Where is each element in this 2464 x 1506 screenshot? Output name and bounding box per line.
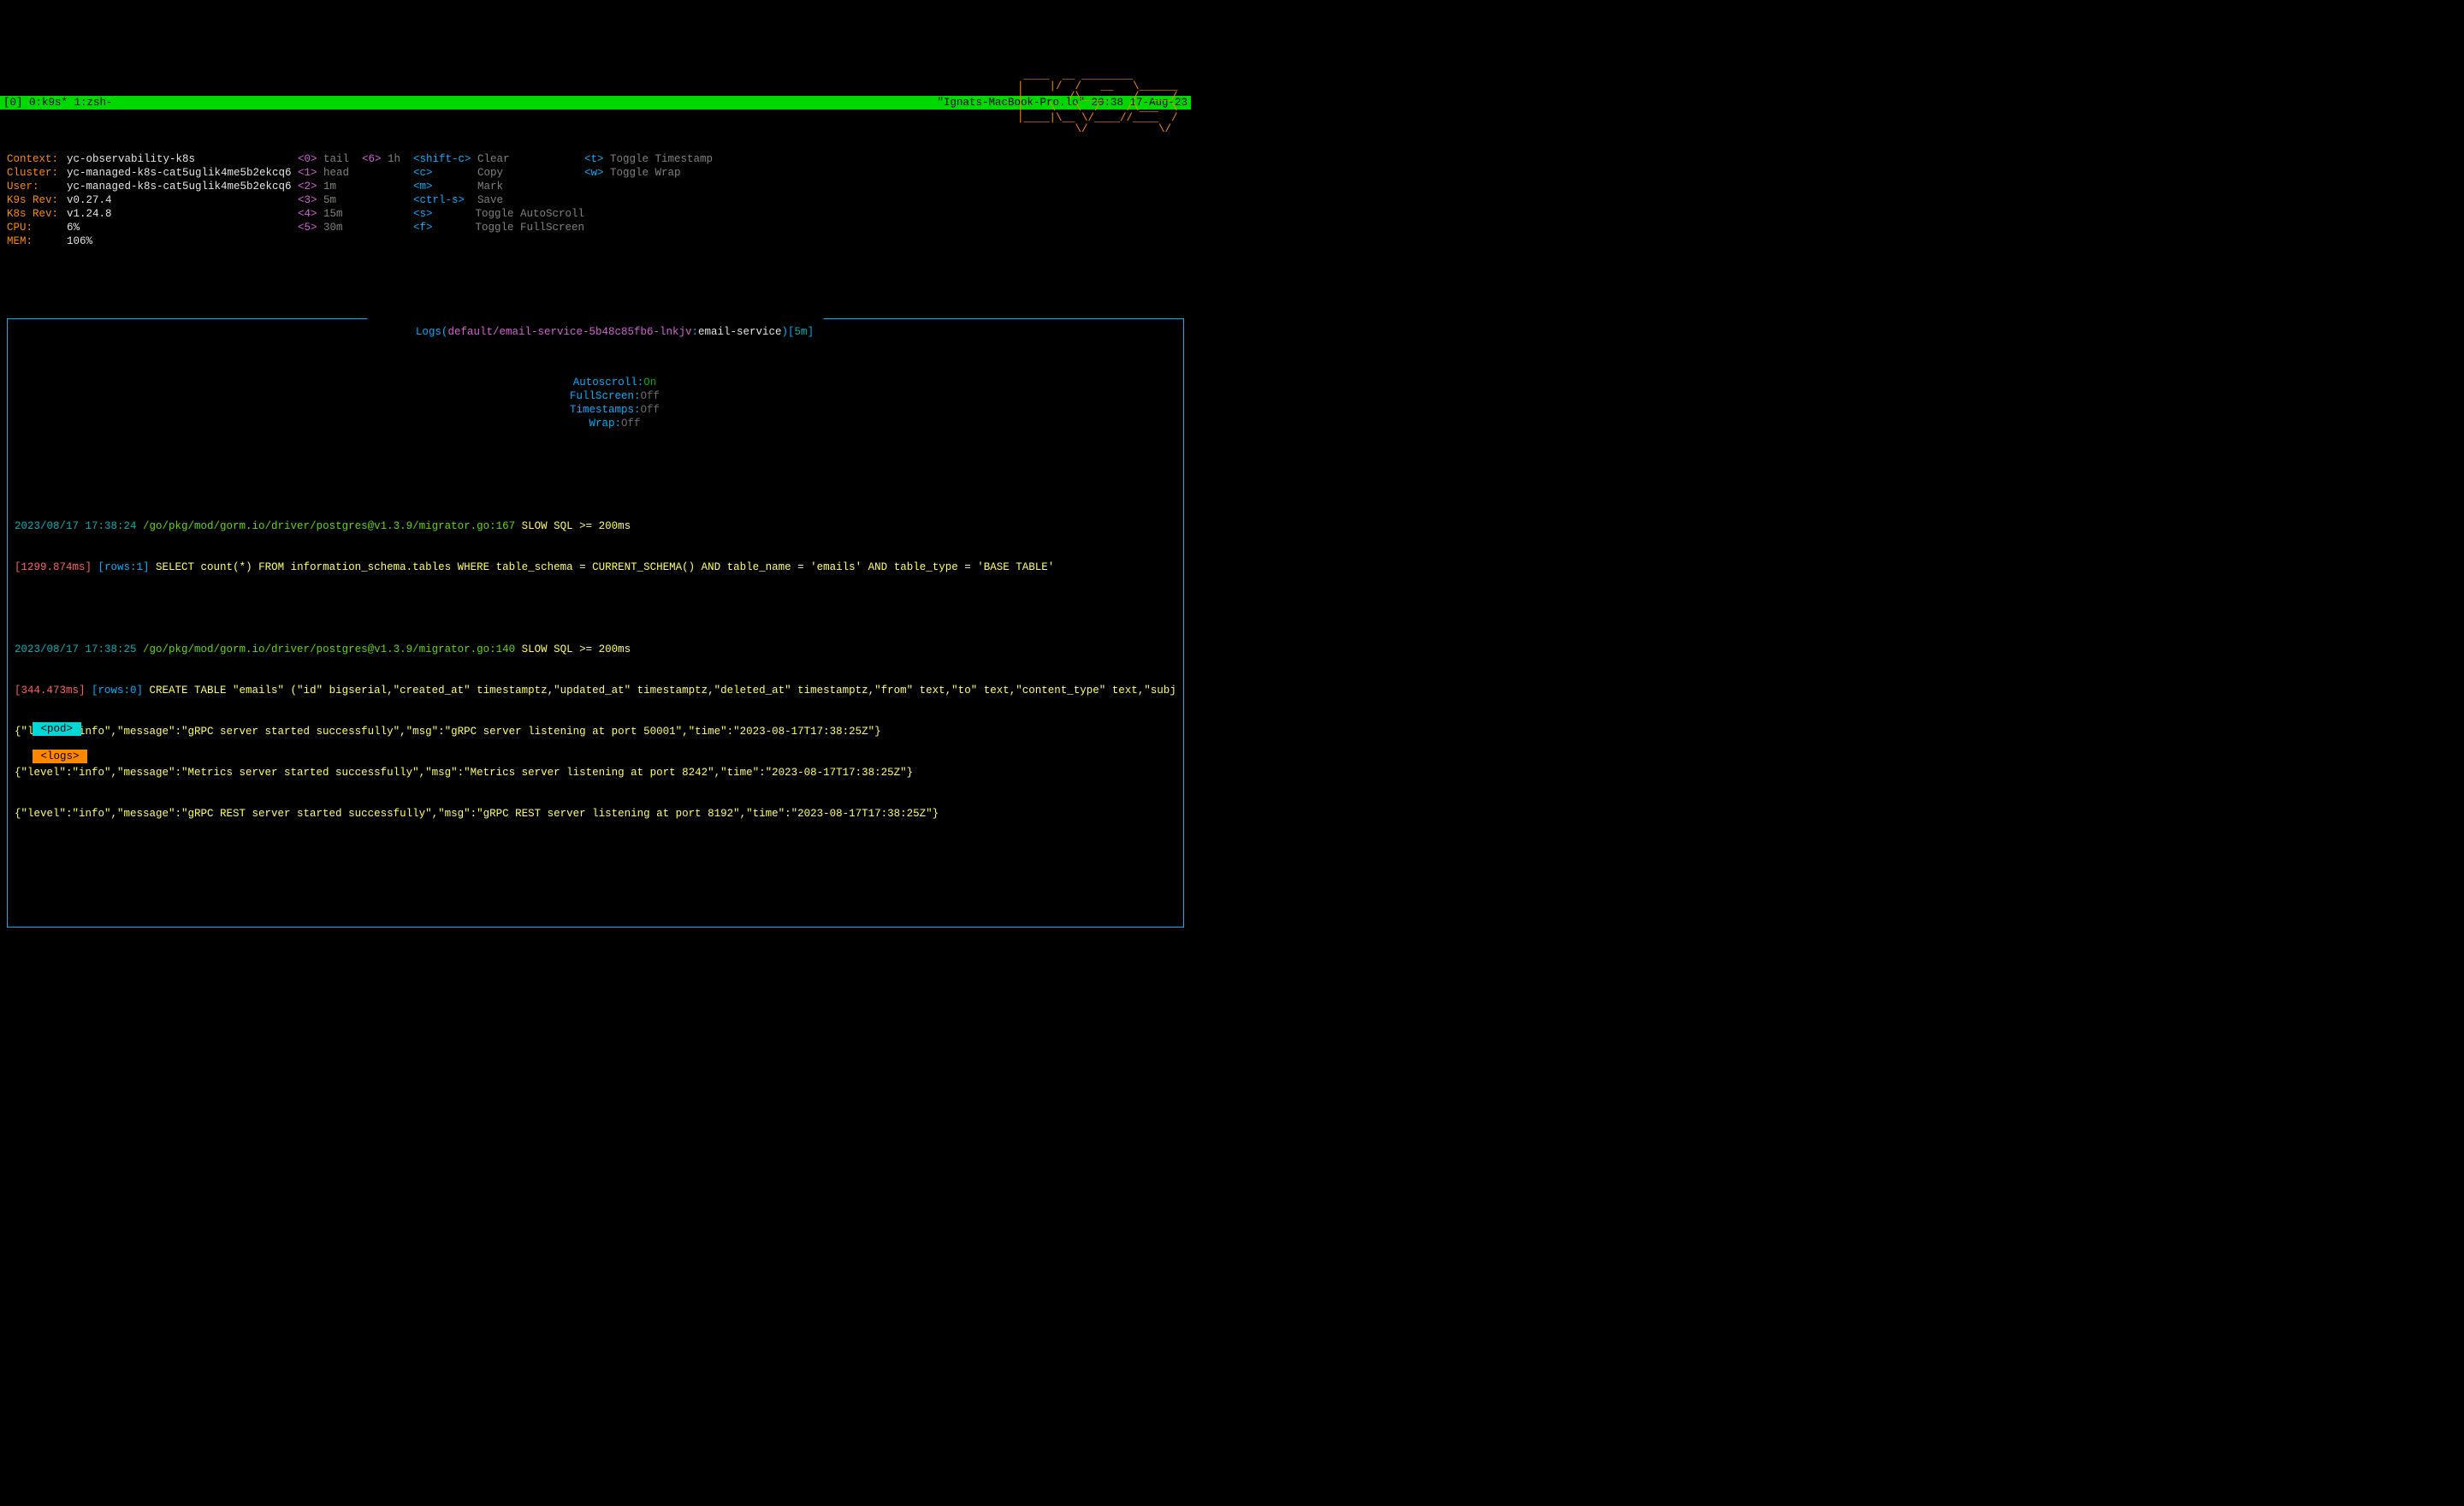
log-line: {"level":"info","message":"gRPC server s… — [15, 725, 1176, 738]
status-value: On — [643, 376, 656, 388]
k9s-logo: ____ __ ________ | |/ / __ \______ | /\_… — [1017, 70, 1184, 134]
status-value: Off — [621, 418, 641, 430]
hotkey-label: Toggle FullScreen — [475, 221, 584, 234]
log-line: 2023/08/17 17:38:25 /go/pkg/mod/gorm.io/… — [15, 643, 1176, 656]
hotkey-label: 15m — [323, 207, 343, 221]
tmux-status-bar: [0] 0:k9s* 1:zsh- "Ignats-MacBook-Pro.lo… — [0, 96, 1191, 110]
hotkey-label: Copy — [477, 166, 503, 180]
hotkey-key[interactable]: <t> — [584, 152, 610, 166]
hotkey-key[interactable]: <f> — [413, 221, 475, 234]
hotkey-label: tail — [323, 152, 349, 166]
hotkeys-col-2: <shift-c>Clear <c>Copy <m>Mark <ctrl-s>S… — [413, 152, 584, 248]
log-line: 2023/08/17 17:38:24 /go/pkg/mod/gorm.io/… — [15, 519, 1176, 533]
status-label: Timestamps: — [570, 404, 641, 416]
frame-title: Logs(default/email-service-5b48c85fb6-ln… — [367, 311, 823, 353]
status-label: Wrap: — [589, 418, 621, 430]
log-line: [1299.874ms] [rows:1] SELECT count(*) FR… — [15, 560, 1176, 574]
status-row: Autoscroll:On FullScreen:Off Timestamps:… — [8, 360, 1183, 444]
hotkey-key[interactable]: <m> — [413, 180, 477, 193]
hotkey-label: Toggle Timestamp — [610, 152, 713, 166]
info-value: yc-managed-k8s-cat5uglik4me5b2ekcq6 — [67, 166, 292, 180]
info-value: v1.24.8 — [67, 207, 112, 221]
logs-frame[interactable]: Logs(default/email-service-5b48c85fb6-ln… — [7, 318, 1184, 928]
breadcrumbs: <pod> <logs> — [7, 709, 87, 777]
status-value: Off — [641, 390, 660, 402]
info-label: Cluster: — [7, 166, 67, 180]
hotkey-label: 30m — [323, 221, 343, 234]
info-label: K9s Rev: — [7, 193, 67, 207]
status-label: Autoscroll: — [573, 376, 644, 388]
hotkey-key[interactable]: <4> — [298, 207, 323, 221]
hotkey-key[interactable]: <s> — [413, 207, 475, 221]
hotkey-key[interactable]: <0> — [298, 152, 323, 166]
terminal-screen: [0] 0:k9s* 1:zsh- "Ignats-MacBook-Pro.lo… — [0, 55, 1191, 780]
hotkey-label: Save — [477, 193, 503, 207]
info-value: v0.27.4 — [67, 193, 112, 207]
info-label: K8s Rev: — [7, 207, 67, 221]
title-prefix: Logs( — [409, 326, 447, 338]
info-label: Context: — [7, 152, 67, 166]
hotkey-label: head — [323, 166, 349, 180]
log-line: [344.473ms] [rows:0] CREATE TABLE "email… — [15, 684, 1176, 697]
hotkey-key[interactable]: <1> — [298, 166, 323, 180]
hotkey-label: Clear — [477, 152, 510, 166]
info-value: yc-managed-k8s-cat5uglik4me5b2ekcq6 — [67, 180, 292, 193]
hotkey-key[interactable]: <5> — [298, 221, 323, 234]
header-info-col: Context:yc-observability-k8s Cluster:yc-… — [7, 152, 298, 248]
breadcrumb-logs[interactable]: <logs> — [33, 750, 87, 763]
logs-content[interactable]: 2023/08/17 17:38:24 /go/pkg/mod/gorm.io/… — [8, 485, 1183, 855]
log-line: {"level":"info","message":"Metrics serve… — [15, 766, 1176, 780]
hotkey-label: Mark — [477, 180, 503, 193]
status-label: FullScreen: — [570, 390, 641, 402]
info-label: CPU: — [7, 221, 67, 234]
hotkey-label: 5m — [323, 193, 336, 207]
hotkeys-col-1: <0>tail <6>1h <1>head <2>1m <3>5m <4>15m… — [298, 152, 413, 248]
hotkey-label: Toggle AutoScroll — [475, 207, 584, 221]
hotkey-key[interactable]: <3> — [298, 193, 323, 207]
info-label: MEM: — [7, 234, 67, 248]
hotkey-label: 1m — [323, 180, 336, 193]
hotkeys-col-3: <t>Toggle Timestamp <w>Toggle Wrap — [584, 152, 875, 248]
info-value: 6% — [67, 221, 80, 234]
hotkey-key[interactable]: <ctrl-s> — [413, 193, 477, 207]
log-line: {"level":"info","message":"gRPC REST ser… — [15, 807, 1176, 821]
title-namespace: default/email-service-5b48c85fb6-lnkjv — [447, 326, 691, 338]
hotkey-key[interactable]: <w> — [584, 166, 610, 180]
info-value: yc-observability-k8s — [67, 152, 195, 166]
info-label: User: — [7, 180, 67, 193]
k9s-header: Context:yc-observability-k8s Cluster:yc-… — [0, 151, 1191, 248]
hotkey-key[interactable]: <c> — [413, 166, 477, 180]
info-value: 106% — [67, 234, 92, 248]
status-value: Off — [641, 404, 660, 416]
tmux-left: [0] 0:k9s* 1:zsh- — [3, 96, 113, 110]
hotkey-label: 1h — [388, 152, 400, 166]
title-duration: 5m — [795, 326, 808, 338]
hotkey-key[interactable]: <6> — [362, 152, 388, 166]
hotkey-key[interactable]: <shift-c> — [413, 152, 477, 166]
title-container: email-service — [698, 326, 782, 338]
hotkey-label: Toggle Wrap — [610, 166, 681, 180]
log-line — [15, 602, 1176, 615]
breadcrumb-pod[interactable]: <pod> — [33, 722, 81, 736]
hotkey-key[interactable]: <2> — [298, 180, 323, 193]
